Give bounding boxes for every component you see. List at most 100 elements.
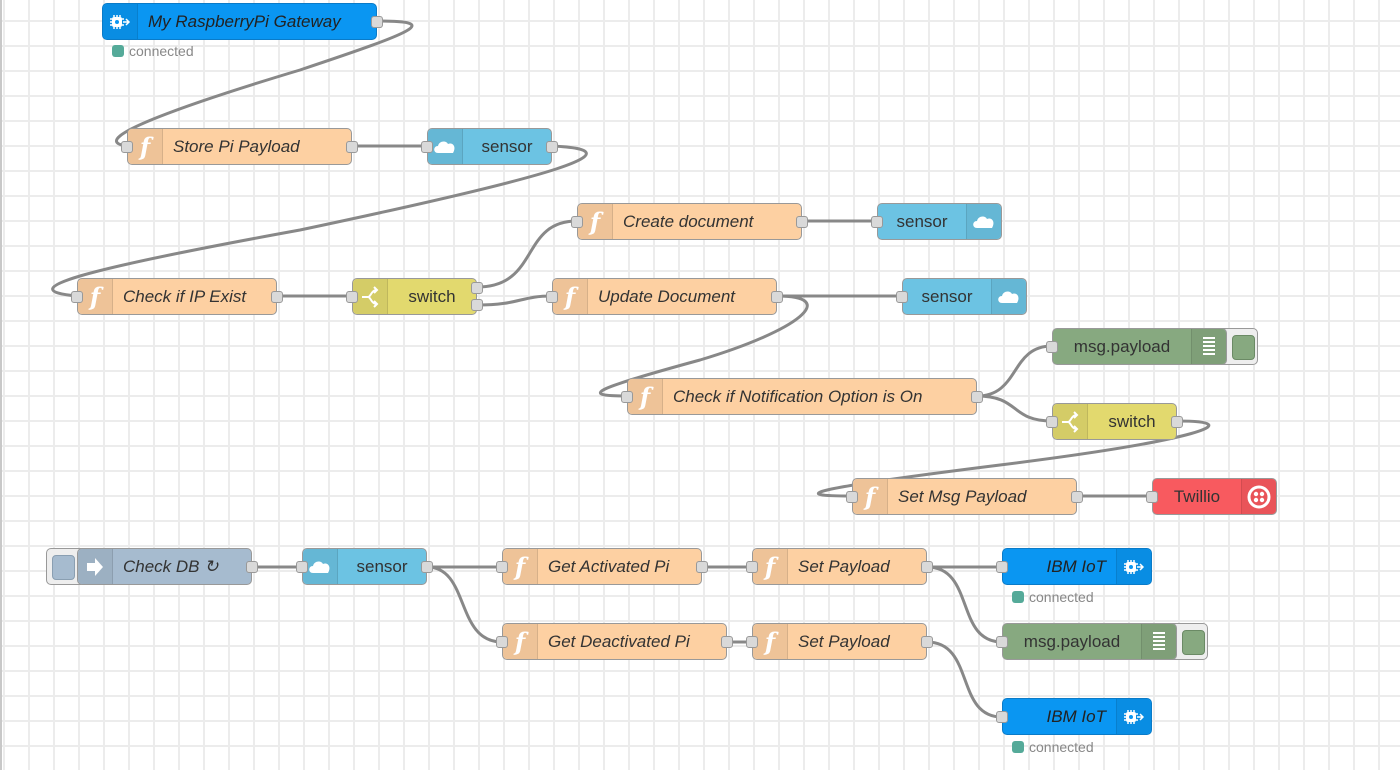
input-port[interactable] <box>996 711 1008 723</box>
output-port[interactable] <box>1171 416 1183 428</box>
node-update-document[interactable]: f Update Document <box>546 278 783 315</box>
node-label: Check DB ↻ <box>123 556 219 576</box>
node-label: msg.payload <box>1073 336 1171 356</box>
input-port[interactable] <box>421 141 433 153</box>
output-port[interactable] <box>921 561 933 573</box>
inject-button-indicator <box>52 555 75 580</box>
node-sensor-out[interactable]: sensor <box>896 278 1027 315</box>
node-create-document[interactable]: f Create document <box>571 203 808 240</box>
output-port[interactable] <box>346 141 358 153</box>
node-twilio[interactable]: Twillio <box>1146 478 1277 515</box>
input-port[interactable] <box>1046 341 1058 353</box>
input-port[interactable] <box>571 216 583 228</box>
input-port[interactable] <box>546 291 558 303</box>
debug-toggle-indicator <box>1182 630 1205 655</box>
output-port[interactable] <box>271 291 283 303</box>
chip-icon <box>1116 549 1151 584</box>
node-check-ip[interactable]: f Check if IP Exist <box>71 278 283 315</box>
node-label: Check if Notification Option is On <box>673 386 923 406</box>
input-port[interactable] <box>896 291 908 303</box>
function-icon: f <box>753 624 788 659</box>
function-icon: f <box>128 129 163 164</box>
node-store-pi-payload[interactable]: f Store Pi Payload <box>121 128 358 165</box>
input-port[interactable] <box>1046 416 1058 428</box>
status-dot <box>1012 591 1024 603</box>
node-get-deactivated-pi[interactable]: f Get Deactivated Pi <box>496 623 733 660</box>
output-port[interactable] <box>721 636 733 648</box>
input-port[interactable] <box>71 291 83 303</box>
node-label: Update Document <box>598 286 736 306</box>
output-port[interactable] <box>771 291 783 303</box>
node-label: Twillio <box>1173 486 1221 506</box>
chip-icon <box>103 4 138 39</box>
node-set-payload[interactable]: f Set Payload <box>746 623 933 660</box>
status-text: connected <box>1029 739 1094 755</box>
cloud-icon <box>966 204 1001 239</box>
node-label: Check if IP Exist <box>123 286 247 306</box>
function-icon: f <box>628 379 663 414</box>
node-label: Store Pi Payload <box>173 136 300 156</box>
node-ibm-iot-out[interactable]: IBM IoT <box>996 548 1152 585</box>
output-port[interactable] <box>921 636 933 648</box>
function-icon: f <box>753 549 788 584</box>
node-check-notification[interactable]: f Check if Notification Option is On <box>621 378 983 415</box>
node-debug[interactable]: msg.payload <box>1046 328 1227 365</box>
output-port[interactable] <box>1071 491 1083 503</box>
input-port[interactable] <box>846 491 858 503</box>
input-port[interactable] <box>346 291 358 303</box>
output-port[interactable] <box>546 141 558 153</box>
function-icon: f <box>78 279 113 314</box>
node-sensor-out[interactable]: sensor <box>871 203 1002 240</box>
cloud-icon <box>428 129 463 164</box>
node-status: connected <box>1012 739 1094 755</box>
node-label: sensor <box>356 556 408 576</box>
status-text: connected <box>129 43 194 59</box>
node-switch[interactable]: switch <box>1046 403 1183 440</box>
output-port[interactable] <box>796 216 808 228</box>
output-port-1[interactable] <box>471 282 483 294</box>
input-port[interactable] <box>1146 491 1158 503</box>
output-port[interactable] <box>971 391 983 403</box>
cloud-icon <box>303 549 338 584</box>
input-port[interactable] <box>121 141 133 153</box>
function-icon: f <box>503 549 538 584</box>
input-port[interactable] <box>621 391 633 403</box>
node-sensor-in[interactable]: sensor <box>296 548 433 585</box>
node-inject[interactable]: Check DB ↻ <box>77 548 258 585</box>
node-gateway[interactable]: My RaspberryPi Gateway <box>102 3 383 40</box>
output-port[interactable] <box>371 16 383 28</box>
node-ibm-iot-out[interactable]: IBM IoT <box>996 698 1152 735</box>
output-port[interactable] <box>696 561 708 573</box>
node-sensor-in[interactable]: sensor <box>421 128 558 165</box>
function-icon: f <box>553 279 588 314</box>
input-port[interactable] <box>496 636 508 648</box>
function-icon: f <box>503 624 538 659</box>
input-port[interactable] <box>871 216 883 228</box>
input-port[interactable] <box>996 561 1008 573</box>
twilio-icon <box>1241 479 1276 514</box>
input-port[interactable] <box>746 636 758 648</box>
input-port[interactable] <box>746 561 758 573</box>
node-label: Create document <box>623 211 754 231</box>
node-set-payload[interactable]: f Set Payload <box>746 548 933 585</box>
node-label: Set Payload <box>798 556 890 576</box>
status-text: connected <box>1029 589 1094 605</box>
node-debug[interactable]: msg.payload <box>996 623 1177 660</box>
input-port[interactable] <box>496 561 508 573</box>
function-icon: f <box>853 479 888 514</box>
input-port[interactable] <box>296 561 308 573</box>
chip-icon <box>1116 699 1151 734</box>
arrow-right-icon <box>78 549 113 584</box>
node-get-activated-pi[interactable]: f Get Activated Pi <box>496 548 708 585</box>
function-icon: f <box>578 204 613 239</box>
node-set-msg-payload[interactable]: f Set Msg Payload <box>846 478 1083 515</box>
node-label: IBM IoT <box>1046 556 1106 576</box>
switch-icon <box>1053 404 1088 439</box>
output-port[interactable] <box>246 561 258 573</box>
node-switch[interactable]: switch <box>346 278 483 315</box>
output-port[interactable] <box>421 561 433 573</box>
output-port-2[interactable] <box>471 299 483 311</box>
input-port[interactable] <box>996 636 1008 648</box>
node-label: sensor <box>921 286 973 306</box>
status-dot <box>1012 741 1024 753</box>
